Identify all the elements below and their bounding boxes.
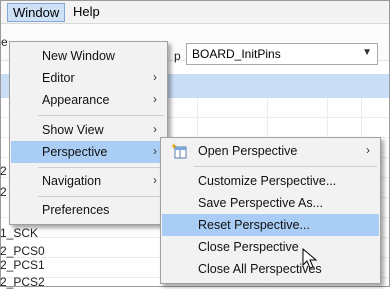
row-label: 2 xyxy=(0,185,7,199)
menu-item-label: Open Perspective xyxy=(198,144,298,158)
combo-value: BOARD_InitPins xyxy=(192,47,281,61)
chevron-right-icon: › xyxy=(366,143,370,157)
menu-item-show-view[interactable]: Show View › xyxy=(11,119,166,141)
menu-item-label: Close Perspective xyxy=(198,240,299,254)
menu-separator xyxy=(38,115,164,116)
menu-item-label: Appearance xyxy=(42,93,110,107)
row-label: 2_PCS2 xyxy=(0,275,45,289)
menu-item-preferences[interactable]: Preferences xyxy=(11,199,166,221)
menu-item-open-perspective[interactable]: Open Perspective › xyxy=(162,140,379,162)
menu-separator xyxy=(38,167,164,168)
toolbar-cropped-text: e xyxy=(1,35,8,49)
menu-item-label: Customize Perspective... xyxy=(198,174,337,188)
chevron-right-icon: › xyxy=(153,173,157,187)
row-label: 1_SCK xyxy=(0,226,39,240)
menu-item-label: New Window xyxy=(42,49,115,63)
menu-item-label: Editor xyxy=(42,71,75,85)
menu-item-perspective[interactable]: Perspective › xyxy=(11,141,166,163)
chevron-right-icon: › xyxy=(153,70,157,84)
menu-separator xyxy=(194,166,377,167)
menu-item-label: Show View xyxy=(42,123,104,137)
menu-item-reset-perspective[interactable]: Reset Perspective... xyxy=(162,214,379,236)
open-perspective-icon xyxy=(171,143,187,159)
menu-window[interactable]: Window xyxy=(7,3,66,22)
menu-item-label: Preferences xyxy=(42,203,110,217)
menu-item-customize-perspective[interactable]: Customize Perspective... xyxy=(162,170,379,192)
row-label: 2_PCS0 xyxy=(0,244,45,258)
menu-separator xyxy=(38,196,164,197)
menu-item-label: Reset Perspective... xyxy=(198,218,310,232)
menu-item-new-window[interactable]: New Window xyxy=(11,45,166,67)
row-label: 2 xyxy=(0,164,7,178)
menu-item-close-perspective[interactable]: Close Perspective xyxy=(162,236,379,258)
menu-item-label: Perspective xyxy=(42,145,108,159)
row-label: 2_PCS1 xyxy=(0,258,45,272)
chevron-right-icon: › xyxy=(153,144,157,158)
menu-item-editor[interactable]: Editor › xyxy=(11,67,166,89)
mouse-pointer-icon xyxy=(302,248,318,269)
chevron-right-icon: › xyxy=(153,92,157,106)
perspective-submenu: Open Perspective › Customize Perspective… xyxy=(160,137,381,284)
menu-bar: Window Help xyxy=(1,1,389,24)
menu-item-label: Save Perspective As... xyxy=(198,196,324,210)
menu-item-label: Navigation xyxy=(42,174,102,188)
functional-group-combo[interactable]: BOARD_InitPins ▼ xyxy=(186,43,378,65)
window-menu: New Window Editor › Appearance › Show Vi… xyxy=(9,41,168,225)
menu-item-save-perspective-as[interactable]: Save Perspective As... xyxy=(162,192,379,214)
chevron-right-icon: › xyxy=(153,122,157,136)
menu-item-appearance[interactable]: Appearance › xyxy=(11,89,166,111)
chevron-down-icon[interactable]: ▼ xyxy=(362,47,372,58)
menu-item-navigation[interactable]: Navigation › xyxy=(11,170,166,192)
menu-help[interactable]: Help xyxy=(67,3,106,21)
toolbar-cropped-label: p xyxy=(174,49,181,63)
menu-item-close-all-perspectives[interactable]: Close All Perspectives xyxy=(162,258,379,280)
